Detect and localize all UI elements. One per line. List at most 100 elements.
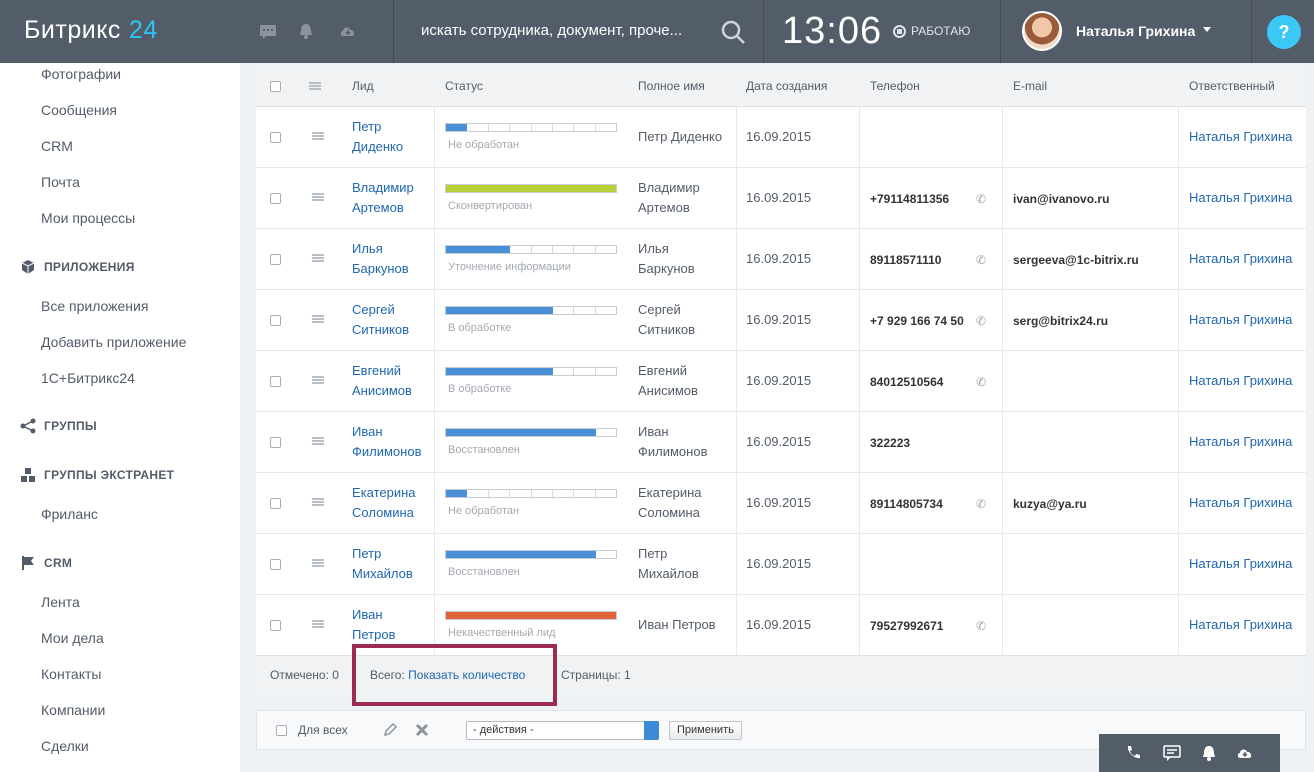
table-row[interactable]: Екатерина Соломина Не обработан Екатерина Со… bbox=[256, 473, 1306, 534]
row-checkbox[interactable] bbox=[270, 559, 281, 570]
lead-link[interactable]: Иван Филимонов bbox=[352, 422, 432, 462]
delete-icon[interactable] bbox=[414, 722, 430, 738]
row-checkbox[interactable] bbox=[270, 315, 281, 326]
row-menu-icon[interactable] bbox=[312, 193, 324, 201]
lead-link[interactable]: Екатерина Соломина bbox=[352, 483, 432, 523]
sidebar-group-crm[interactable]: CRM bbox=[20, 555, 72, 571]
responsible-link[interactable]: Наталья Грихина bbox=[1189, 373, 1292, 388]
sidebar-item-messages[interactable]: Сообщения bbox=[41, 102, 117, 118]
table-row[interactable]: Петр Диденко Не обработан Петр Диденко 16.09… bbox=[256, 107, 1306, 168]
column-header-lead[interactable]: Лид bbox=[352, 79, 374, 93]
column-header-created[interactable]: Дата создания bbox=[746, 79, 827, 93]
row-checkbox[interactable] bbox=[270, 376, 281, 387]
chat-icon[interactable] bbox=[259, 22, 277, 40]
responsible-link[interactable]: Наталья Грихина bbox=[1189, 251, 1292, 266]
row-menu-icon[interactable] bbox=[312, 559, 324, 567]
lead-link[interactable]: Владимир Артемов bbox=[352, 178, 432, 218]
pencil-icon[interactable] bbox=[382, 722, 398, 738]
row-menu-icon[interactable] bbox=[312, 315, 324, 323]
status-progress-bar[interactable] bbox=[445, 123, 617, 132]
column-header-email[interactable]: E-mail bbox=[1013, 79, 1047, 93]
lead-link[interactable]: Петр Михайлов bbox=[352, 544, 432, 584]
sidebar-item-feed[interactable]: Лента bbox=[41, 594, 80, 610]
help-button[interactable]: ? bbox=[1267, 15, 1301, 49]
column-header-full-name[interactable]: Полное имя bbox=[638, 79, 705, 93]
status-progress-bar[interactable] bbox=[445, 245, 617, 254]
call-icon[interactable]: ✆ bbox=[976, 192, 986, 206]
sidebar-item-photos[interactable]: Фотографии bbox=[41, 66, 121, 82]
status-progress-bar[interactable] bbox=[445, 184, 617, 193]
responsible-link[interactable]: Наталья Грихина bbox=[1189, 129, 1292, 144]
row-menu-icon[interactable] bbox=[312, 437, 324, 445]
row-checkbox[interactable] bbox=[270, 498, 281, 509]
table-row[interactable]: Иван Филимонов Восстановлен Иван Филимонов 16… bbox=[256, 412, 1306, 473]
chevron-down-icon[interactable] bbox=[1203, 27, 1211, 32]
lead-link[interactable]: Евгений Анисимов bbox=[352, 361, 432, 401]
lead-link[interactable]: Петр Диденко bbox=[352, 117, 432, 157]
row-checkbox[interactable] bbox=[270, 437, 281, 448]
responsible-link[interactable]: Наталья Грихина bbox=[1189, 190, 1292, 205]
row-checkbox[interactable] bbox=[270, 620, 281, 631]
user-name[interactable]: Наталья Грихина bbox=[1076, 23, 1195, 39]
lead-link[interactable]: Илья Баркунов bbox=[352, 239, 432, 279]
chat-icon[interactable] bbox=[1163, 744, 1181, 762]
call-icon[interactable]: ✆ bbox=[976, 497, 986, 511]
bell-icon[interactable] bbox=[1200, 744, 1218, 762]
table-row[interactable]: Сергей Ситников В обработке Сергей Ситников 1… bbox=[256, 290, 1306, 351]
row-menu-icon[interactable] bbox=[312, 254, 324, 262]
call-icon[interactable]: ✆ bbox=[976, 375, 986, 389]
actions-select[interactable]: - действия - bbox=[466, 721, 659, 740]
table-row[interactable]: Петр Михайлов Восстановлен Петр Михайлов 16.0… bbox=[256, 534, 1306, 595]
lead-link[interactable]: Иван Петров bbox=[352, 605, 432, 645]
sidebar-item-freelance[interactable]: Фриланс bbox=[41, 506, 98, 522]
column-header-phone[interactable]: Телефон bbox=[870, 79, 920, 93]
phone-icon[interactable] bbox=[1124, 744, 1142, 762]
search-icon[interactable] bbox=[719, 18, 747, 46]
sidebar-group-groups[interactable]: ГРУППЫ bbox=[20, 418, 97, 434]
sidebar-item-companies[interactable]: Компании bbox=[41, 702, 105, 718]
bitrix24-logo[interactable]: Битрикс 24 bbox=[24, 16, 158, 45]
sidebar-item-deals[interactable]: Сделки bbox=[41, 738, 89, 754]
table-row[interactable]: Илья Баркунов Уточнение информации Илья Барк… bbox=[256, 229, 1306, 290]
row-checkbox[interactable] bbox=[270, 132, 281, 143]
responsible-link[interactable]: Наталья Грихина bbox=[1189, 312, 1292, 327]
status-progress-bar[interactable] bbox=[445, 306, 617, 315]
status-progress-bar[interactable] bbox=[445, 367, 617, 376]
for-all-checkbox[interactable] bbox=[276, 725, 287, 736]
sidebar-item-my-tasks[interactable]: Мои дела bbox=[41, 630, 104, 646]
responsible-link[interactable]: Наталья Грихина bbox=[1189, 556, 1292, 571]
cloud-icon[interactable] bbox=[339, 22, 357, 40]
sidebar-group-apps[interactable]: ПРИЛОЖЕНИЯ bbox=[20, 259, 135, 275]
status-progress-bar[interactable] bbox=[445, 428, 617, 437]
work-status-button[interactable]: РАБОТАЮ bbox=[893, 24, 970, 38]
sidebar-item-all-apps[interactable]: Все приложения bbox=[41, 298, 148, 314]
sidebar-item-1c-bitrix[interactable]: 1С+Битрикс24 bbox=[41, 370, 135, 386]
apply-button[interactable]: Применить bbox=[669, 721, 742, 740]
columns-settings-icon[interactable] bbox=[309, 82, 321, 90]
responsible-link[interactable]: Наталья Грихина bbox=[1189, 495, 1292, 510]
row-menu-icon[interactable] bbox=[312, 620, 324, 628]
sidebar-item-mail[interactable]: Почта bbox=[41, 174, 80, 190]
sidebar-item-my-processes[interactable]: Мои процессы bbox=[41, 210, 135, 226]
sidebar-item-add-app[interactable]: Добавить приложение bbox=[41, 334, 186, 350]
status-progress-bar[interactable] bbox=[445, 611, 617, 620]
call-icon[interactable]: ✆ bbox=[976, 314, 986, 328]
table-row[interactable]: Владимир Артемов Сконвертирован Владимир Арт… bbox=[256, 168, 1306, 229]
sidebar-item-contacts[interactable]: Контакты bbox=[41, 666, 101, 682]
sidebar-group-extranet[interactable]: ГРУППЫ ЭКСТРАНЕТ bbox=[20, 467, 174, 483]
bell-icon[interactable] bbox=[297, 22, 315, 40]
call-icon[interactable]: ✆ bbox=[976, 619, 986, 633]
row-menu-icon[interactable] bbox=[312, 498, 324, 506]
responsible-link[interactable]: Наталья Грихина bbox=[1189, 617, 1292, 632]
table-row[interactable]: Евгений Анисимов В обработке Евгений Анисимо… bbox=[256, 351, 1306, 412]
row-menu-icon[interactable] bbox=[312, 376, 324, 384]
avatar[interactable] bbox=[1022, 11, 1062, 51]
sidebar-item-crm[interactable]: CRM bbox=[41, 138, 73, 154]
search-input[interactable]: искать сотрудника, документ, проче... bbox=[421, 22, 682, 39]
column-header-status[interactable]: Статус bbox=[445, 79, 483, 93]
row-checkbox[interactable] bbox=[270, 193, 281, 204]
status-progress-bar[interactable] bbox=[445, 550, 617, 559]
status-progress-bar[interactable] bbox=[445, 489, 617, 498]
column-header-responsible[interactable]: Ответственный bbox=[1189, 79, 1275, 93]
call-icon[interactable]: ✆ bbox=[976, 253, 986, 267]
